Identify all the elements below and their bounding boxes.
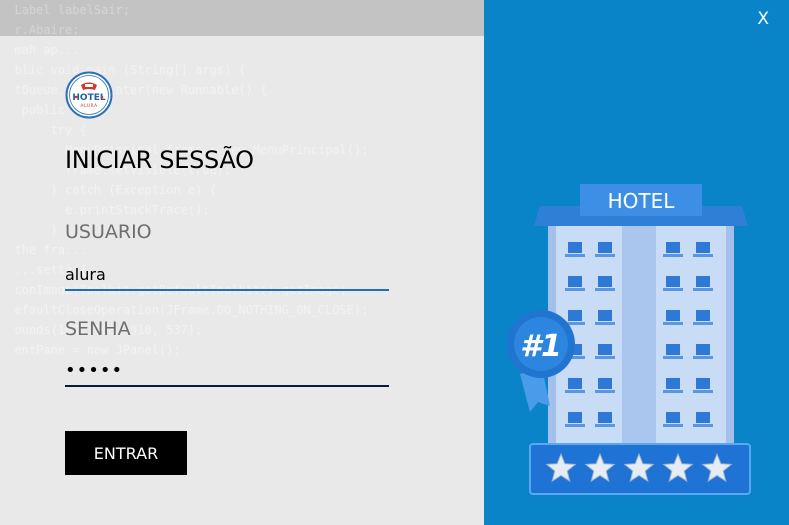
window-balcony	[693, 356, 713, 359]
username-label: USUARIO	[65, 221, 152, 243]
window	[666, 412, 680, 423]
window-balcony	[693, 288, 713, 291]
window	[666, 344, 680, 355]
window-balcony	[565, 288, 585, 291]
window-balcony	[565, 390, 585, 393]
window	[598, 344, 612, 355]
window	[598, 412, 612, 423]
window-balcony	[663, 356, 683, 359]
window	[666, 310, 680, 321]
window-balcony	[663, 254, 683, 257]
window	[568, 310, 582, 321]
title-strip	[0, 0, 484, 36]
window-balcony	[663, 390, 683, 393]
window-balcony	[693, 424, 713, 427]
window-balcony	[663, 424, 683, 427]
window-balcony	[565, 254, 585, 257]
window	[598, 378, 612, 389]
window	[696, 276, 710, 287]
hotel-sign-text: HOTEL	[608, 189, 676, 213]
window	[568, 276, 582, 287]
window-balcony	[595, 390, 615, 393]
window-balcony	[595, 322, 615, 325]
window	[696, 242, 710, 253]
logo-text-hotel: HOTEL	[72, 93, 105, 103]
page-title: INICIAR SESSÃO	[65, 146, 254, 174]
logo-text-alura: ALURA	[80, 103, 98, 109]
window	[666, 276, 680, 287]
window	[598, 276, 612, 287]
window	[598, 310, 612, 321]
hotel-illustration: HOTEL #1	[507, 184, 751, 495]
badge-text: #1	[520, 329, 562, 364]
window-balcony	[595, 356, 615, 359]
window	[666, 242, 680, 253]
username-input[interactable]	[65, 259, 389, 291]
window	[696, 310, 710, 321]
login-button[interactable]: ENTRAR	[65, 431, 187, 475]
window	[568, 412, 582, 423]
window-balcony	[565, 424, 585, 427]
window	[696, 378, 710, 389]
close-button[interactable]: X	[757, 9, 769, 29]
window	[598, 242, 612, 253]
window	[696, 344, 710, 355]
password-label: SENHA	[65, 318, 131, 340]
window	[568, 378, 582, 389]
window-balcony	[595, 254, 615, 257]
window-balcony	[693, 254, 713, 257]
window-balcony	[595, 424, 615, 427]
window-balcony	[663, 322, 683, 325]
window-balcony	[663, 288, 683, 291]
window	[666, 378, 680, 389]
window-balcony	[595, 288, 615, 291]
password-input[interactable]	[65, 355, 389, 387]
hotel-alura-logo: HOTEL ALURA	[65, 71, 113, 119]
window	[696, 412, 710, 423]
window-balcony	[693, 322, 713, 325]
window-balcony	[693, 390, 713, 393]
window	[568, 242, 582, 253]
